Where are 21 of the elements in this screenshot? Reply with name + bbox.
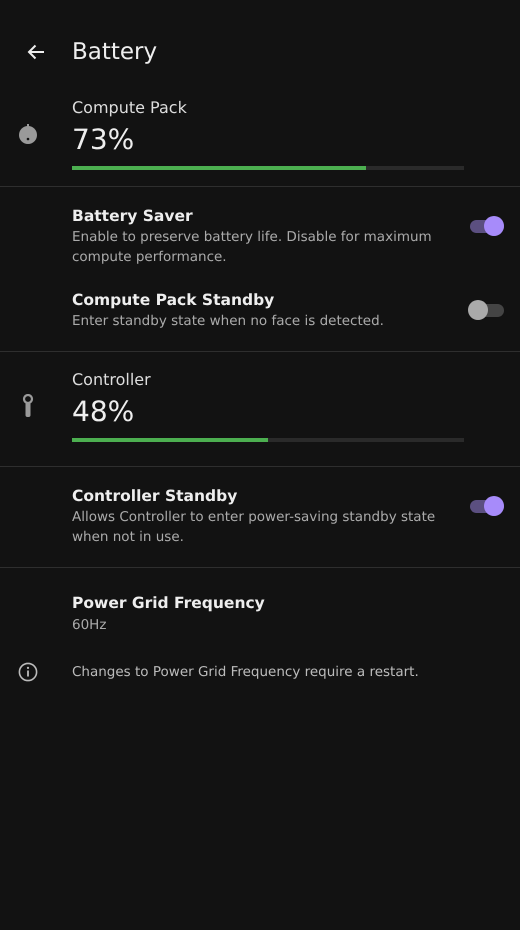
toggle-switch[interactable] <box>468 495 504 517</box>
setting-description: Enable to preserve battery life. Disable for maximum compute performance. <box>72 228 433 267</box>
info-note: Changes to Power Grid Frequency require a restart. <box>72 664 419 680</box>
setting-value: 60Hz <box>72 616 108 635</box>
controller-icon <box>22 394 34 418</box>
battery-percent: 73% <box>72 122 136 158</box>
back-arrow-icon <box>27 44 45 60</box>
battery-percent: 48% <box>72 394 136 430</box>
setting-description: Allows Controller to enter power-saving standby state when not in use. <box>72 508 436 547</box>
setting-description: Enter standby state when no face is detected. <box>72 312 385 331</box>
device-name: Controller <box>72 370 152 390</box>
toggle-switch[interactable] <box>468 299 504 321</box>
info-icon <box>18 662 38 682</box>
setting-title: Power Grid Frequency <box>72 593 266 614</box>
compute-pack-icon <box>18 123 38 145</box>
toggle-switch[interactable] <box>468 215 504 237</box>
page-title: Battery <box>72 39 158 65</box>
setting-title: Controller Standby <box>72 486 238 507</box>
setting-title: Battery Saver <box>72 206 194 227</box>
device-name: Compute Pack <box>72 98 188 118</box>
setting-title: Compute Pack Standby <box>72 290 276 311</box>
